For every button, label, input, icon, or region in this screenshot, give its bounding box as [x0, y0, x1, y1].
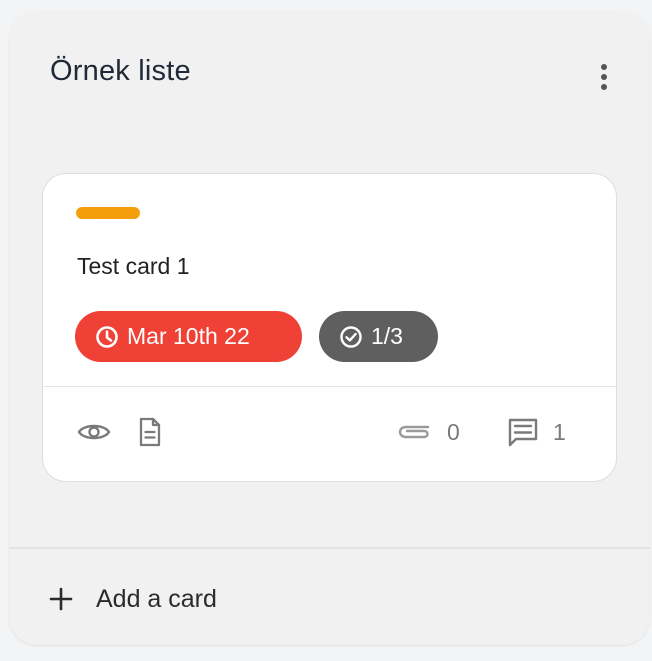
- checklist-progress-text: 1/3: [371, 323, 403, 349]
- eye-icon: [77, 424, 111, 440]
- clock-icon: [96, 325, 118, 348]
- comments-count: 1: [553, 418, 566, 445]
- attachments-count: 0: [447, 418, 460, 445]
- comment-icon: [508, 418, 538, 447]
- add-card-button[interactable]: Add a card: [49, 577, 217, 621]
- list-footer-divider: [9, 547, 650, 549]
- due-date-text: Mar 10th 22: [127, 323, 250, 349]
- checklist-badge[interactable]: 1/3: [319, 311, 438, 362]
- add-card-label: Add a card: [96, 584, 217, 613]
- description-button[interactable]: [138, 417, 162, 447]
- card-badges: Mar 10th 22 1/3: [75, 311, 438, 362]
- list-title[interactable]: Örnek liste: [50, 55, 191, 88]
- watch-button[interactable]: [77, 421, 111, 443]
- more-vertical-icon: [601, 64, 607, 90]
- plus-icon: [49, 587, 73, 611]
- card-label-color: [76, 207, 140, 219]
- attachments-button[interactable]: 0: [397, 418, 460, 446]
- due-date-badge[interactable]: Mar 10th 22: [75, 311, 302, 362]
- check-circle-icon: [340, 325, 362, 348]
- card-title: Test card 1: [77, 253, 190, 279]
- list-column: Örnek liste Test card 1 Mar 10th 22 1/3 …: [9, 11, 650, 645]
- card-footer: 0 1: [43, 387, 616, 483]
- comments-button[interactable]: 1: [507, 417, 566, 447]
- card[interactable]: Test card 1 Mar 10th 22 1/3 0 1: [42, 173, 617, 482]
- document-icon: [139, 417, 161, 447]
- list-menu-button[interactable]: [589, 59, 619, 95]
- paperclip-icon: [398, 425, 430, 439]
